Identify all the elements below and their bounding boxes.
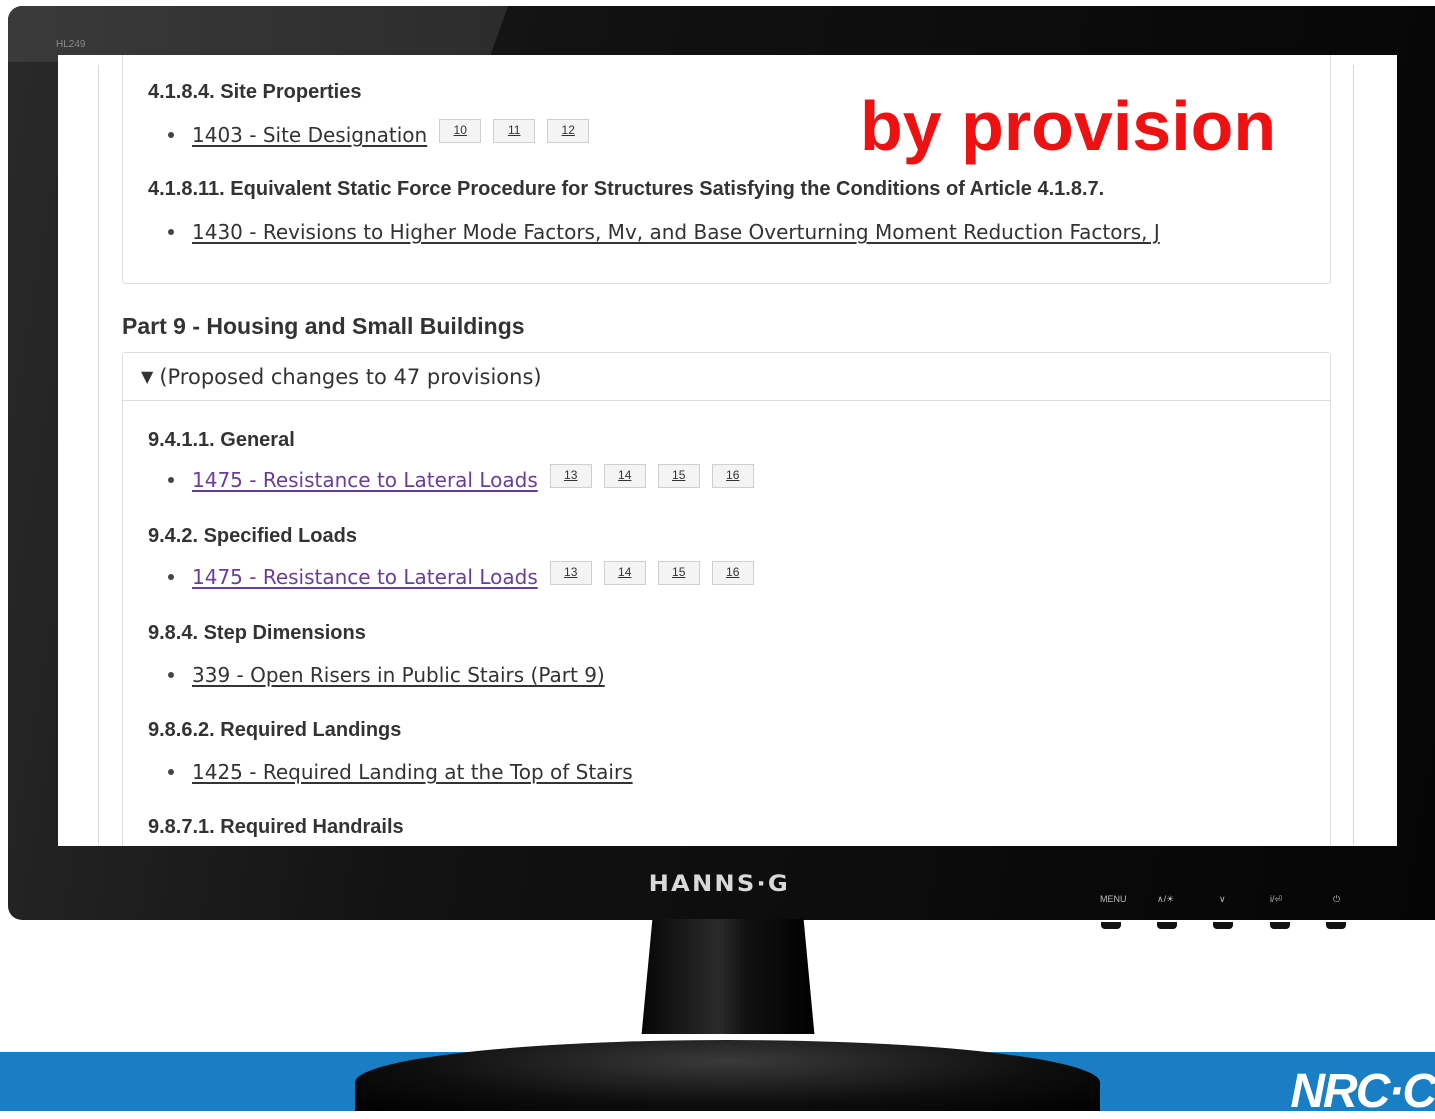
down-button-label: ∨ bbox=[1219, 894, 1226, 904]
monitor-screen: 4.1.8.4. Site Properties 1403 - Site Des… bbox=[58, 55, 1397, 846]
proposed-change-link[interactable]: 1475 - Resistance to Lateral Loads bbox=[192, 468, 538, 492]
list-item: 1475 - Resistance to Lateral Loads 13 14… bbox=[168, 464, 754, 492]
provision-title: 4.1.8.4. Site Properties bbox=[148, 81, 362, 103]
bezel-glare bbox=[8, 6, 508, 62]
proposed-change-link[interactable]: 1403 - Site Designation bbox=[192, 123, 427, 147]
list-item: 1475 - Resistance to Lateral Loads 13 14… bbox=[168, 561, 754, 589]
provision-title: 4.1.8.11. Equivalent Static Force Proced… bbox=[148, 178, 1105, 200]
power-icon: ⏻ bbox=[1333, 894, 1341, 904]
list-item: 1430 - Revisions to Higher Mode Factors,… bbox=[168, 220, 1160, 244]
menu-button-label: MENU bbox=[1100, 894, 1127, 904]
input-button-label: i/⏎ bbox=[1270, 894, 1283, 904]
model-label: HL249 bbox=[56, 39, 86, 50]
provision-title: 9.4.1.1. General bbox=[148, 429, 295, 451]
list-item: 339 - Open Risers in Public Stairs (Part… bbox=[168, 663, 605, 687]
input-button[interactable] bbox=[1270, 922, 1290, 929]
provision-title: 9.4.2. Specified Loads bbox=[148, 525, 357, 547]
bullet bbox=[168, 672, 174, 678]
provisions-toggle[interactable]: ▼ (Proposed changes to 47 provisions) bbox=[123, 353, 1330, 401]
bullet bbox=[168, 574, 174, 580]
comment-period-badge[interactable]: 10 bbox=[439, 119, 482, 143]
provision-title: 9.8.6.2. Required Landings bbox=[148, 719, 402, 741]
brightness-button[interactable] bbox=[1157, 922, 1177, 929]
down-button[interactable] bbox=[1213, 922, 1233, 929]
monitor-stand-base bbox=[355, 1040, 1100, 1111]
provision-title: 9.8.7.1. Required Handrails bbox=[148, 816, 404, 838]
monitor-brand-logo: HANNS·G bbox=[648, 872, 790, 897]
menu-button[interactable] bbox=[1101, 922, 1121, 929]
proposed-change-link[interactable]: 1430 - Revisions to Higher Mode Factors,… bbox=[192, 220, 1160, 244]
provisions-count-label: (Proposed changes to 47 provisions) bbox=[159, 364, 542, 389]
overlay-caption: by provision bbox=[860, 87, 1277, 165]
list-item: 1403 - Site Designation 10 11 12 bbox=[168, 119, 590, 147]
comment-period-badge[interactable]: 16 bbox=[711, 561, 754, 585]
comment-period-badge[interactable]: 11 bbox=[493, 119, 536, 143]
list-item: 1425 - Required Landing at the Top of St… bbox=[168, 760, 633, 784]
bullet bbox=[168, 132, 174, 138]
bullet bbox=[168, 769, 174, 775]
comment-period-badge[interactable]: 15 bbox=[657, 464, 700, 488]
bullet bbox=[168, 229, 174, 235]
bullet bbox=[168, 477, 174, 483]
brightness-button-label: ∧/☀ bbox=[1157, 894, 1175, 904]
page-border-left bbox=[98, 65, 99, 845]
part-heading: Part 9 - Housing and Small Buildings bbox=[122, 313, 525, 339]
comment-period-badge[interactable]: 14 bbox=[603, 464, 646, 488]
power-button[interactable] bbox=[1326, 922, 1346, 929]
monitor-stand-neck bbox=[641, 919, 815, 1034]
comment-period-badge[interactable]: 16 bbox=[711, 464, 754, 488]
caret-down-icon: ▼ bbox=[141, 367, 154, 386]
comment-period-badge[interactable]: 15 bbox=[657, 561, 700, 585]
comment-period-badge[interactable]: 13 bbox=[549, 464, 592, 488]
provision-title: 9.8.4. Step Dimensions bbox=[148, 622, 366, 644]
proposed-change-link[interactable]: 339 - Open Risers in Public Stairs (Part… bbox=[192, 663, 605, 687]
comment-period-badge[interactable]: 14 bbox=[603, 561, 646, 585]
proposed-change-link[interactable]: 1425 - Required Landing at the Top of St… bbox=[192, 760, 633, 784]
comment-period-badge[interactable]: 13 bbox=[549, 561, 592, 585]
comment-period-badge[interactable]: 12 bbox=[547, 119, 590, 143]
page-border-right bbox=[1353, 65, 1354, 845]
proposed-change-link[interactable]: 1475 - Resistance to Lateral Loads bbox=[192, 565, 538, 589]
